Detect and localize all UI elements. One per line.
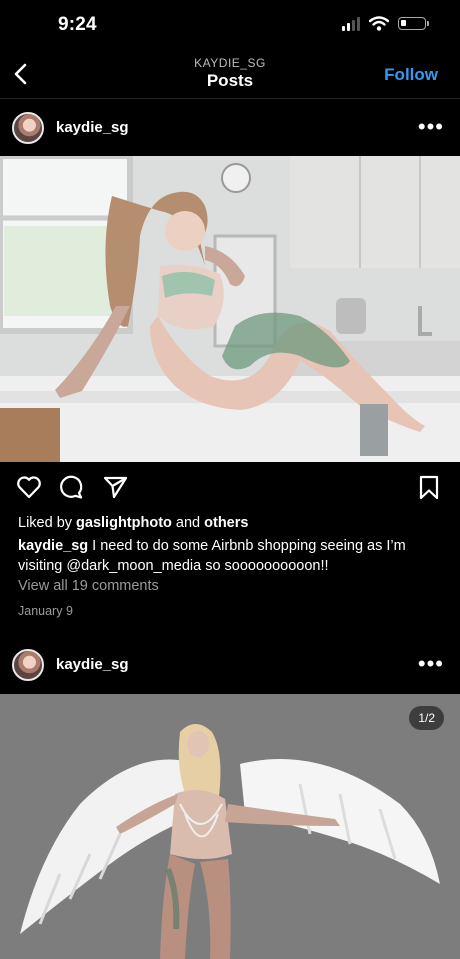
post-username[interactable]: kaydie_sg [56,656,129,673]
post-image[interactable]: 1/2 [0,694,460,959]
liked-by-user[interactable]: gaslightphoto [76,515,172,531]
status-bar: 9:24 [0,0,460,50]
status-icons [342,16,429,31]
likes-prefix: Liked by [18,515,77,531]
kitchen-scene [0,156,460,462]
likes-and: and [171,515,205,531]
signal-icon [342,16,360,31]
likes-line: Liked by gaslightphoto and others [18,513,448,533]
avatar[interactable] [12,649,44,681]
view-comments-link[interactable]: View all 19 comments [18,576,448,596]
wifi-icon [369,16,389,31]
bookmark-icon[interactable] [416,474,442,500]
post-image[interactable] [0,156,460,462]
image-counter: 1/2 [409,706,444,730]
divider [0,98,460,99]
liked-by-others[interactable]: others [204,515,248,531]
post-caption: kaydie_sg I need to do some Airbnb shopp… [18,536,448,576]
follow-button[interactable]: Follow [384,65,438,85]
battery-icon [398,17,429,30]
more-options-icon[interactable]: ••• [418,116,444,138]
post-date: January 9 [18,604,73,618]
more-options-icon[interactable]: ••• [418,653,444,675]
post-actions [0,474,460,504]
post-header: kaydie_sg ••• [0,103,460,153]
post-username[interactable]: kaydie_sg [56,119,129,136]
share-icon[interactable] [102,474,128,500]
heart-icon[interactable] [16,474,42,500]
post-header: kaydie_sg ••• [0,640,460,690]
status-time: 9:24 [58,14,97,35]
angel-wings-scene [0,694,460,959]
caption-username[interactable]: kaydie_sg [18,538,88,554]
nav-bar: KAYDIE_SG Posts Follow [0,52,460,98]
comment-icon[interactable] [58,474,84,500]
avatar[interactable] [12,112,44,144]
